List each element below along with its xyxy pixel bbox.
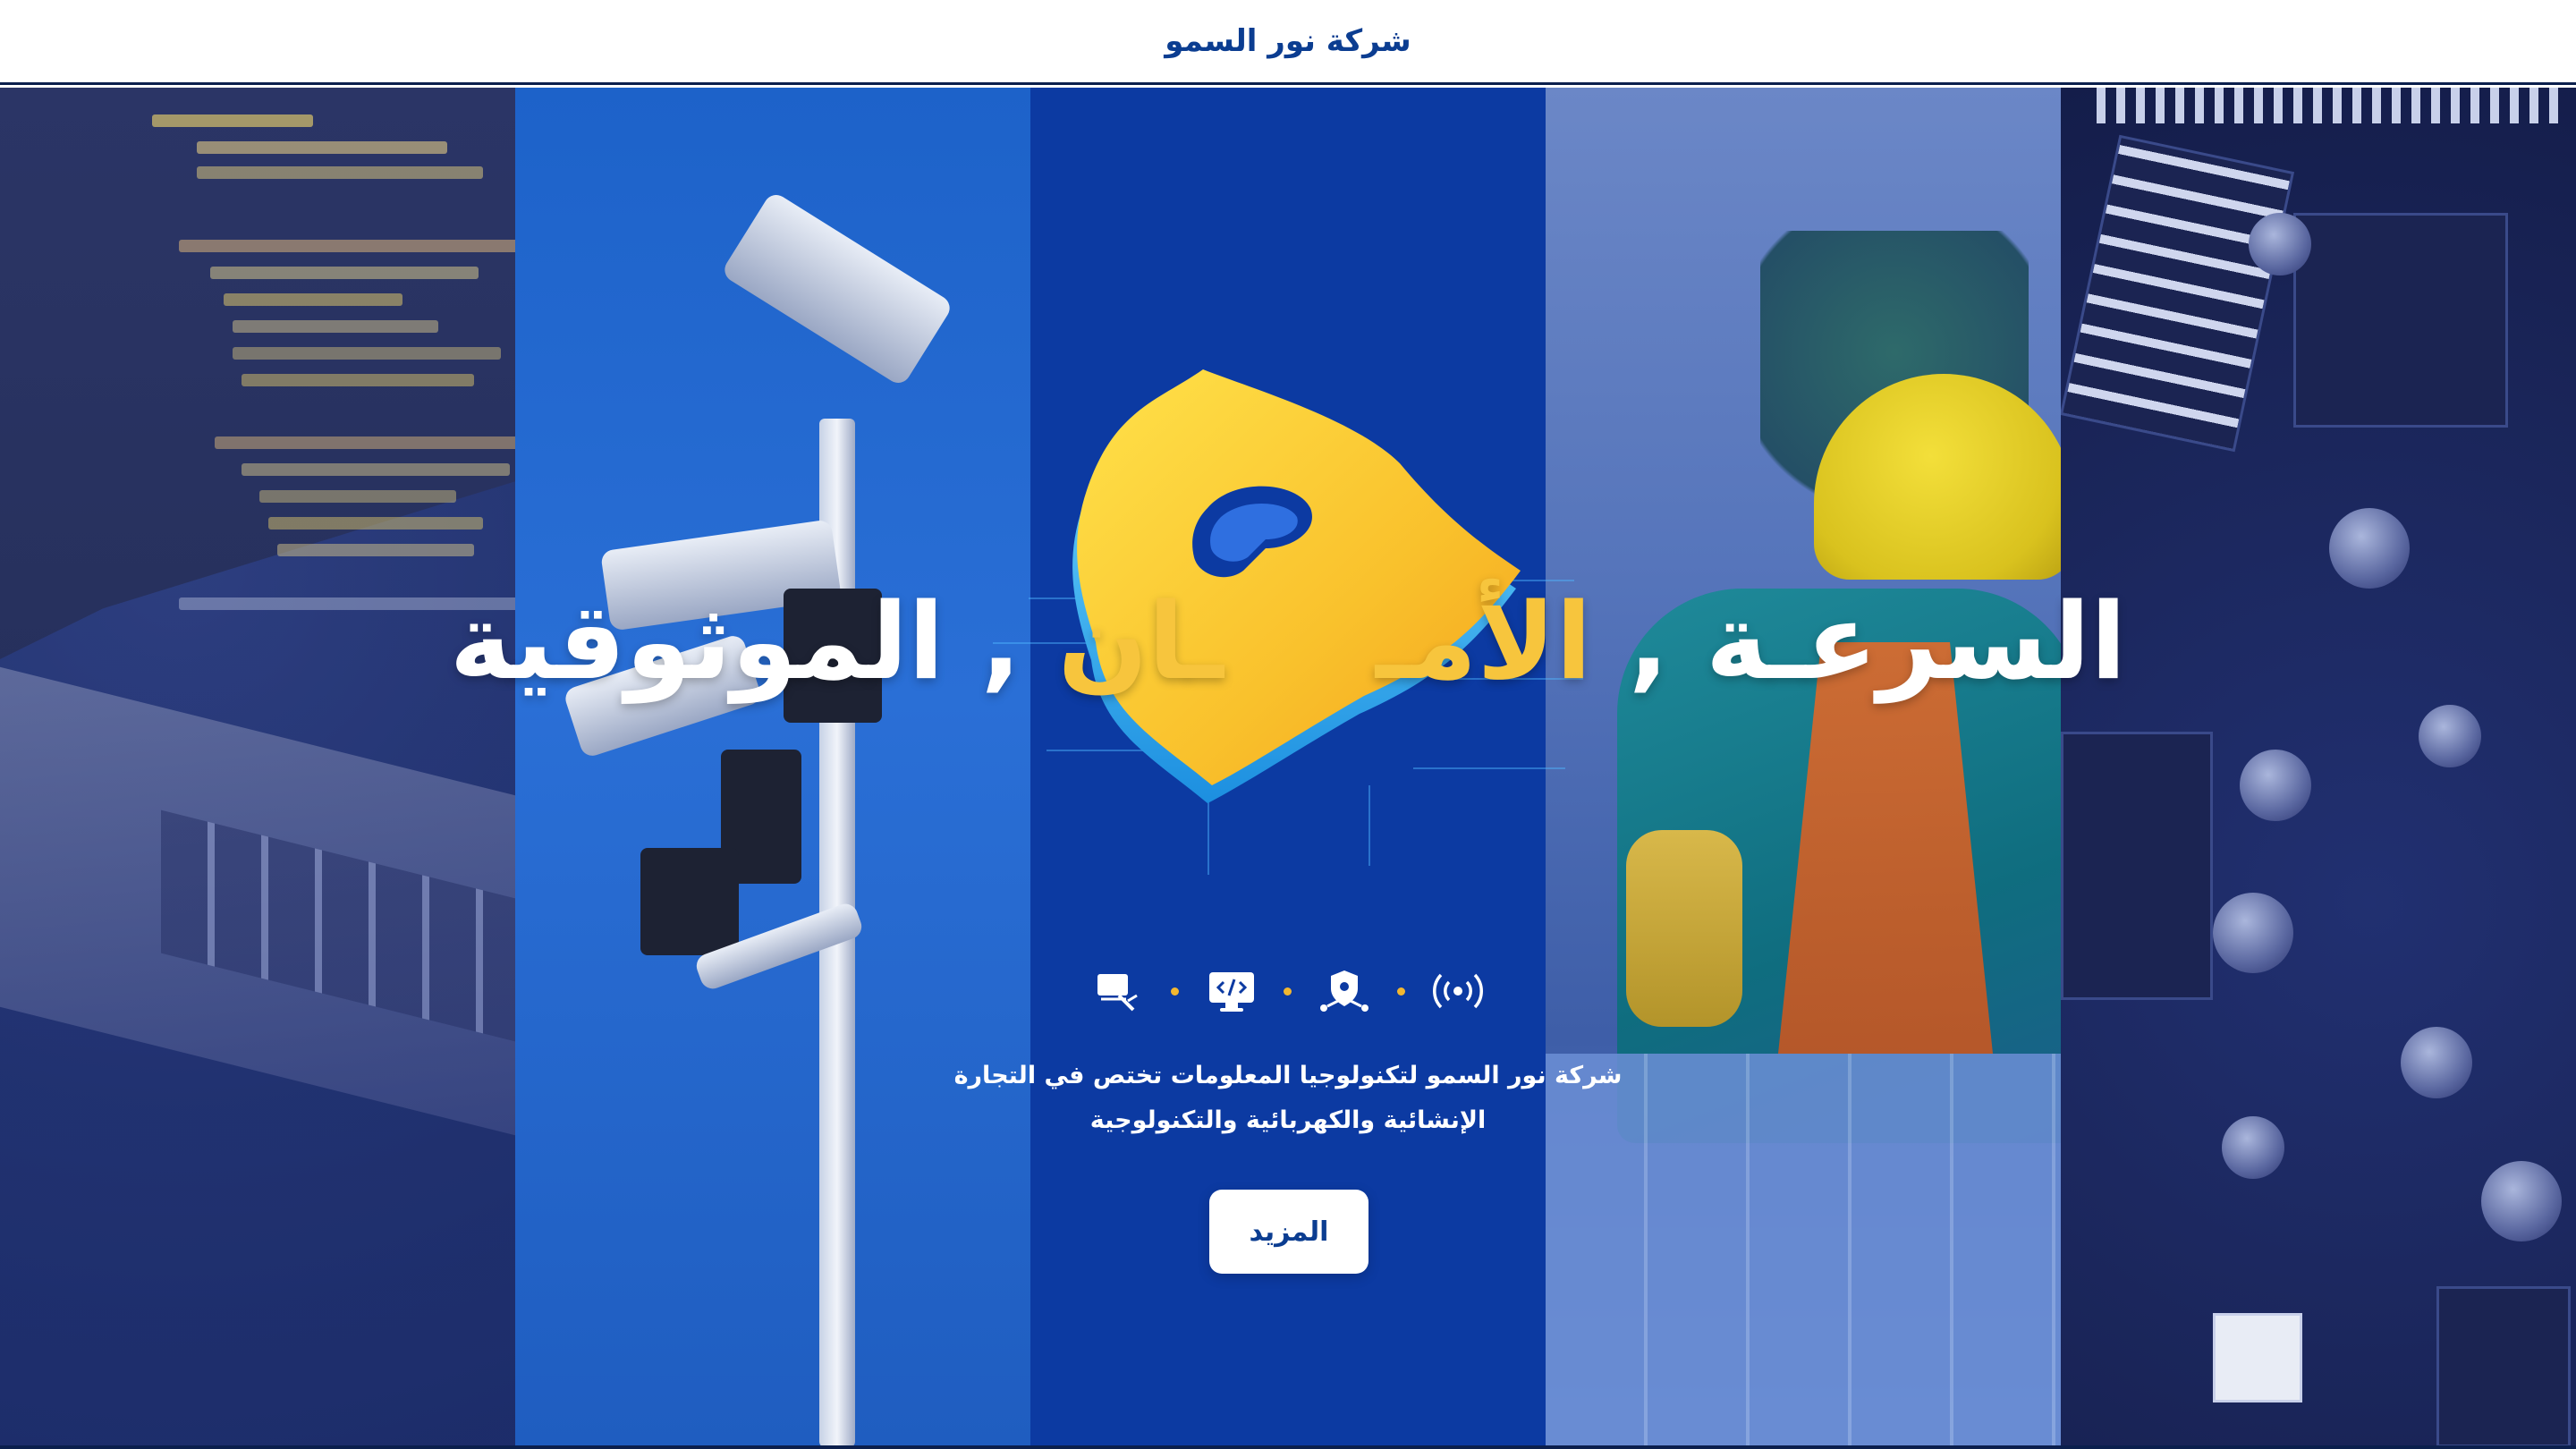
description-line-2: الإنشائية والكهربائية والتكنولوجية: [1089, 1106, 1487, 1134]
hero-section: السرعـة , الأمــان , الموثوقية شركة نور …: [0, 88, 2576, 1445]
code-lines-decor: [54, 97, 515, 723]
brand-logo-text[interactable]: شركة نور السمو: [1165, 23, 1411, 59]
hero-image-circuit-board: [2061, 88, 2576, 1445]
service-icons-row: [1091, 964, 1485, 1018]
description-line-1: شركة نور السمو لتكنولوجيا المعلومات تختص…: [953, 1062, 1623, 1089]
bottom-border: [0, 1445, 2576, 1449]
hero-image-laptop-code: [0, 88, 515, 1445]
solar-panel-icon: [1091, 964, 1145, 1018]
separator-dot: [1397, 987, 1406, 996]
hero-image-solar-worker: [1546, 88, 2061, 1445]
security-network-icon: [1318, 964, 1371, 1018]
hero-image-security-cameras: [515, 88, 1030, 1445]
code-monitor-icon: [1205, 964, 1258, 1018]
wireless-signal-icon: [1431, 964, 1485, 1018]
more-button[interactable]: المزيد: [1209, 1190, 1368, 1274]
shield-icon: [1072, 369, 1521, 803]
separator-dot: [1170, 987, 1179, 996]
separator-dot: [1284, 987, 1292, 996]
shield-illustration: [975, 213, 1601, 875]
site-header: شركة نور السمو: [0, 0, 2576, 85]
hero-description: شركة نور السمو لتكنولوجيا المعلومات تختص…: [930, 1054, 1646, 1143]
